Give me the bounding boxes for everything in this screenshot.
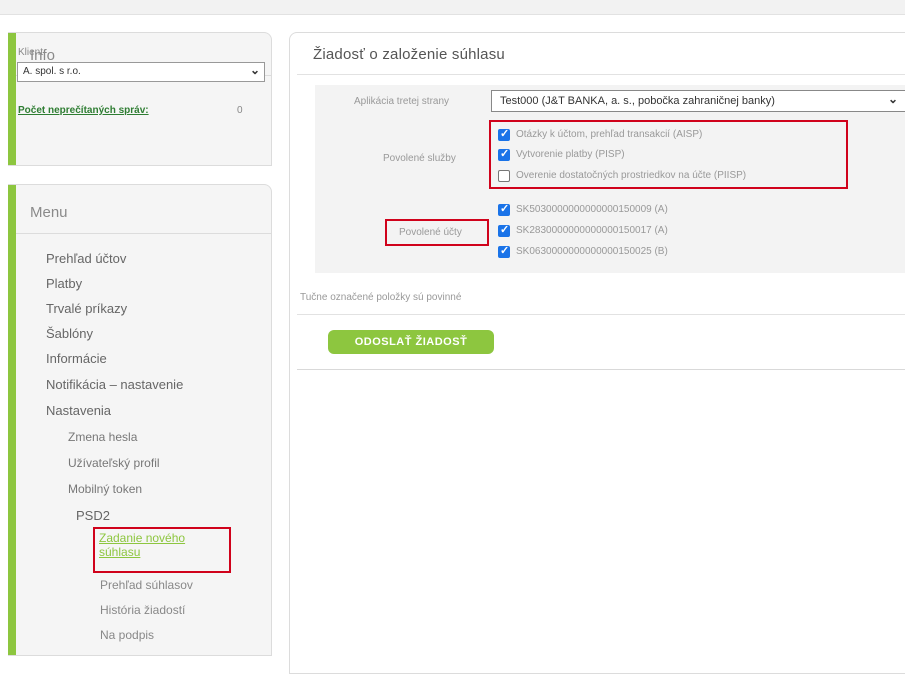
required-note: Tučne označené položky sú povinné [300, 292, 462, 303]
menu-item-standing-orders[interactable]: Trvalé príkazy [46, 301, 127, 316]
service-piisp-label: Overenie dostatočných prostriedkov na úč… [516, 170, 747, 181]
menu-item-request-history[interactable]: História žiadostí [100, 603, 185, 617]
menu-item-psd2[interactable]: PSD2 [76, 508, 110, 523]
menu-item-payments[interactable]: Platby [46, 276, 82, 291]
third-party-app-select[interactable]: Test000 (J&T BANKA, a. s., pobočka zahra… [491, 90, 905, 112]
account-3-checkbox[interactable] [498, 244, 510, 258]
info-panel: Info [8, 32, 272, 166]
menu-item-information[interactable]: Informácie [46, 351, 107, 366]
form-divider [297, 314, 905, 315]
menu-item-settings[interactable]: Nastavenia [46, 403, 111, 418]
client-select[interactable]: A. spol. s r.o. ⌄ [17, 62, 265, 82]
service-aisp-label: Otázky k účtom, prehľad transakcií (AISP… [516, 129, 703, 140]
account-2-label: SK2830000000000000150017 (A) [516, 225, 668, 236]
menu-item-new-consent[interactable]: Zadanie nového súhlasu [99, 531, 224, 559]
page-title: Žiadosť o založenie súhlasu [313, 46, 505, 63]
menu-title: Menu [30, 204, 68, 221]
unread-messages-count: 0 [237, 105, 243, 116]
account-1-label: SK5030000000000000150009 (A) [516, 204, 668, 215]
menu-item-notification-settings[interactable]: Notifikácia – nastavenie [46, 377, 183, 392]
accounts-label: Povolené účty [399, 227, 462, 238]
submit-request-button[interactable]: ODOSLAŤ ŽIADOSŤ [328, 330, 494, 354]
top-band [0, 0, 905, 15]
menu-item-templates[interactable]: Šablóny [46, 326, 93, 341]
chevron-down-icon: ⌄ [249, 63, 260, 77]
chevron-down-icon: ⌄ [887, 92, 898, 106]
account-3-label: SK0630000000000000150025 (B) [516, 246, 668, 257]
menu-item-user-profile[interactable]: Užívateľský profil [68, 456, 160, 470]
app-label: Aplikácia tretej strany [354, 96, 450, 107]
service-aisp-checkbox[interactable] [498, 127, 510, 141]
menu-divider [16, 233, 271, 234]
menu-item-accounts-overview[interactable]: Prehľad účtov [46, 251, 126, 266]
service-piisp-checkbox[interactable] [498, 170, 510, 182]
services-label: Povolené služby [383, 153, 456, 164]
menu-item-consents-overview[interactable]: Prehľad súhlasov [100, 578, 193, 592]
unread-messages-link[interactable]: Počet neprečítaných správ: [18, 105, 149, 116]
menu-item-change-password[interactable]: Zmena hesla [68, 430, 137, 444]
client-select-value: A. spol. s r.o. [23, 66, 81, 77]
menu-item-to-sign[interactable]: Na podpis [100, 628, 154, 642]
account-2-checkbox[interactable] [498, 223, 510, 237]
third-party-app-value: Test000 (J&T BANKA, a. s., pobočka zahra… [500, 95, 775, 107]
menu-item-mobile-token[interactable]: Mobilný token [68, 482, 142, 496]
service-pisp-label: Vytvorenie platby (PISP) [516, 149, 625, 160]
service-pisp-checkbox[interactable] [498, 147, 510, 161]
button-divider [297, 369, 905, 370]
client-label: Klient: [18, 47, 46, 58]
account-1-checkbox[interactable] [498, 202, 510, 216]
title-divider [297, 74, 905, 75]
